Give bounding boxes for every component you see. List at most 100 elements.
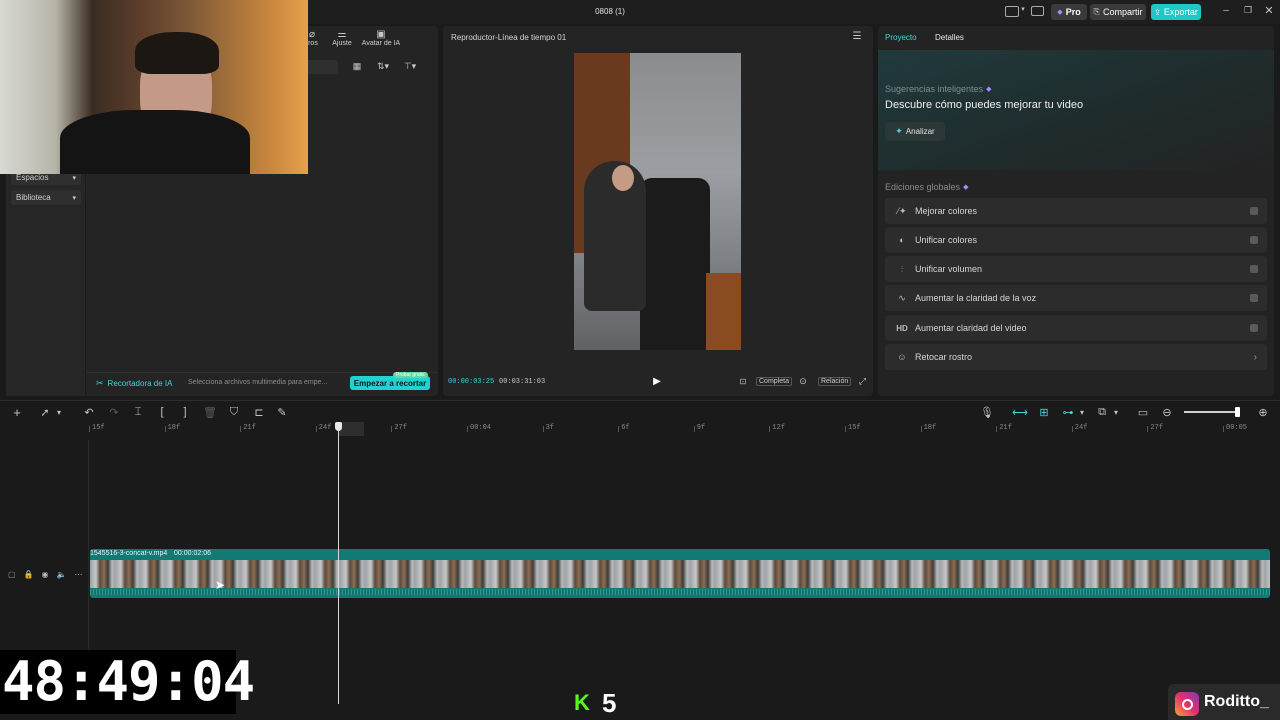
zoom-slider-handle[interactable] bbox=[1235, 407, 1240, 417]
freeze-icon[interactable]: ⊏ bbox=[252, 405, 266, 419]
smart-title-label: Sugerencias inteligentes bbox=[885, 84, 984, 94]
audio-icon[interactable]: 🔈 bbox=[57, 570, 67, 579]
zoom-in-icon[interactable]: ⊕ bbox=[1256, 405, 1270, 419]
clip-duration: 00:00:02:06 bbox=[174, 550, 211, 557]
preview-axis-icon[interactable]: ⧉ bbox=[1095, 405, 1109, 419]
global-edit-video-clarity[interactable]: HD Aumentar claridad del video bbox=[885, 315, 1267, 341]
sort-icon[interactable]: ⇅▾ bbox=[374, 61, 392, 72]
lock-icon[interactable]: 🔒 bbox=[24, 570, 34, 579]
global-edit-unify-volume[interactable]: ⫶ Unificar volumen bbox=[885, 256, 1267, 282]
ruler-tick-label: 12f bbox=[769, 424, 785, 432]
smart-suggestions-title: Sugerencias inteligentes ◆ bbox=[885, 84, 991, 94]
zoom-out-icon[interactable]: ⊖ bbox=[1160, 405, 1174, 419]
trim-right-icon[interactable]: ] bbox=[178, 405, 192, 419]
ruler-tick-label: 00:04 bbox=[466, 424, 492, 432]
trial-badge: Probar gratis bbox=[393, 372, 428, 378]
layout-icon[interactable] bbox=[1005, 6, 1019, 17]
analyze-button[interactable]: ✦ Analizar bbox=[885, 122, 945, 141]
full-quality-button[interactable]: Completa bbox=[756, 377, 792, 386]
add-track-icon[interactable]: + bbox=[10, 405, 24, 420]
chevron-down-icon[interactable]: ▾ bbox=[1109, 405, 1123, 419]
hd-icon: HD bbox=[896, 323, 908, 333]
redo-icon[interactable]: ↷ bbox=[107, 405, 121, 419]
chevron-down-icon[interactable]: ▾ bbox=[1075, 405, 1089, 419]
clip-name: 1545516-3-concat-v.mp4 bbox=[90, 550, 168, 557]
toggle-switch[interactable] bbox=[1250, 236, 1258, 244]
split-icon[interactable]: ⌶ bbox=[131, 405, 145, 419]
delete-icon[interactable]: 🗑 bbox=[203, 405, 217, 419]
pro-button[interactable]: ◆ Pro bbox=[1051, 4, 1087, 20]
global-edit-label: Unificar volumen bbox=[915, 264, 983, 274]
toggle-switch[interactable] bbox=[1250, 294, 1258, 302]
crop-icon[interactable]: ⊡ bbox=[738, 377, 748, 386]
filter-list-icon[interactable]: ⊤▾ bbox=[400, 61, 420, 72]
trim-left-icon[interactable]: [ bbox=[155, 405, 169, 419]
fullscreen-icon[interactable]: ⤢ bbox=[857, 376, 868, 387]
global-edit-label: Mejorar colores bbox=[915, 206, 978, 216]
cover-icon[interactable]: ▢ bbox=[8, 570, 16, 579]
instagram-handle: Roditto_ bbox=[1204, 693, 1269, 710]
ai-cutter-label: Recortadora de IA bbox=[107, 379, 173, 388]
toggle-switch[interactable] bbox=[1250, 207, 1258, 215]
keyboard-icon[interactable] bbox=[1031, 6, 1044, 16]
global-edit-retouch-face[interactable]: ☺ Retocar rostro › bbox=[885, 344, 1267, 370]
visibility-icon[interactable]: ◉ bbox=[42, 570, 49, 579]
toggle-switch[interactable] bbox=[1250, 265, 1258, 273]
clip-waveform bbox=[90, 589, 1270, 595]
select-tool-icon[interactable]: ➚ bbox=[38, 405, 52, 419]
link-clips-icon[interactable]: ⟷ bbox=[1012, 405, 1028, 419]
subtitles-icon[interactable]: ▭ bbox=[1136, 405, 1150, 419]
sidebar-item-label: Espacios bbox=[16, 173, 49, 182]
export-icon: ⇪ bbox=[1154, 7, 1161, 17]
global-title-label: Ediciones globales bbox=[885, 182, 961, 192]
start-cutting-button[interactable]: Empezar a recortar bbox=[350, 376, 430, 390]
toolbar-item-ai-avatar[interactable]: ▣ Avatar de IA bbox=[358, 28, 404, 47]
playhead[interactable] bbox=[338, 422, 339, 704]
chevron-down-icon[interactable]: ▾ bbox=[1019, 5, 1027, 13]
ruler-tick-label: 18f bbox=[920, 424, 937, 432]
window-title: 0808 (1) bbox=[595, 7, 625, 16]
tab-details[interactable]: Detalles bbox=[935, 33, 964, 42]
toggle-switch[interactable] bbox=[1250, 324, 1258, 332]
chevron-right-icon: › bbox=[1253, 351, 1257, 363]
global-edit-enhance-colors[interactable]: ⁄✦ Mejorar colores bbox=[885, 198, 1267, 224]
snap-icon[interactable]: ⊶ bbox=[1061, 405, 1075, 419]
share-button[interactable]: ⎘ Compartir bbox=[1090, 4, 1146, 20]
video-clip[interactable] bbox=[90, 549, 1270, 598]
playhead-handle[interactable] bbox=[335, 422, 342, 431]
preview-face bbox=[612, 165, 634, 191]
voice-wave-icon: ∿ bbox=[898, 292, 906, 303]
pen-icon[interactable]: ✎ bbox=[275, 405, 289, 419]
chevron-down-icon[interactable]: ▾ bbox=[52, 405, 66, 419]
menu-icon[interactable]: ☰ bbox=[851, 31, 863, 42]
restore-icon[interactable]: ❐ bbox=[1242, 5, 1254, 16]
ruler-tick-label: 21f bbox=[240, 424, 256, 432]
play-button[interactable]: ▶ bbox=[651, 376, 663, 387]
global-edit-voice-clarity[interactable]: ∿ Aumentar la claridad de la voz bbox=[885, 285, 1267, 311]
ratio-button[interactable]: Relación bbox=[818, 377, 852, 386]
total-time: 00:03:31:03 bbox=[499, 378, 546, 386]
webcam-overlay bbox=[0, 0, 308, 174]
export-button[interactable]: ⇪ Exportar bbox=[1151, 4, 1201, 20]
microphone-icon[interactable]: 🎙 bbox=[980, 405, 994, 419]
avatar-icon: ▣ bbox=[376, 29, 386, 40]
kick-count: 5 bbox=[602, 688, 617, 718]
global-edit-unify-colors[interactable]: ◐ Unificar colores bbox=[885, 227, 1267, 253]
ai-cutter-title: ✂ Recortadora de IA bbox=[96, 378, 172, 389]
snapshot-icon[interactable]: ⊙ bbox=[797, 376, 809, 387]
toolbar-label: Avatar de IA bbox=[361, 40, 401, 47]
tab-project[interactable]: Proyecto bbox=[885, 33, 917, 42]
share-icon: ⎘ bbox=[1093, 7, 1100, 16]
sidebar-item-library[interactable]: Biblioteca ▾ bbox=[11, 190, 81, 205]
toolbar-item-adjust[interactable]: ⚌ Ajuste bbox=[328, 28, 356, 47]
undo-icon[interactable]: ↶ bbox=[82, 405, 96, 419]
grid-view-icon[interactable]: ▦ bbox=[350, 61, 364, 72]
close-icon[interactable]: ✕ bbox=[1263, 4, 1275, 17]
minimize-icon[interactable]: – bbox=[1220, 5, 1232, 16]
zoom-slider[interactable] bbox=[1184, 407, 1240, 417]
ruler-tick-label: 15f bbox=[89, 424, 105, 432]
marker-icon[interactable]: ⛉ bbox=[227, 405, 241, 419]
magnet-icon[interactable]: ⊞ bbox=[1037, 405, 1051, 419]
more-icon[interactable]: ⋯ bbox=[74, 570, 82, 579]
current-time: 00:00:03:25 bbox=[448, 378, 495, 386]
